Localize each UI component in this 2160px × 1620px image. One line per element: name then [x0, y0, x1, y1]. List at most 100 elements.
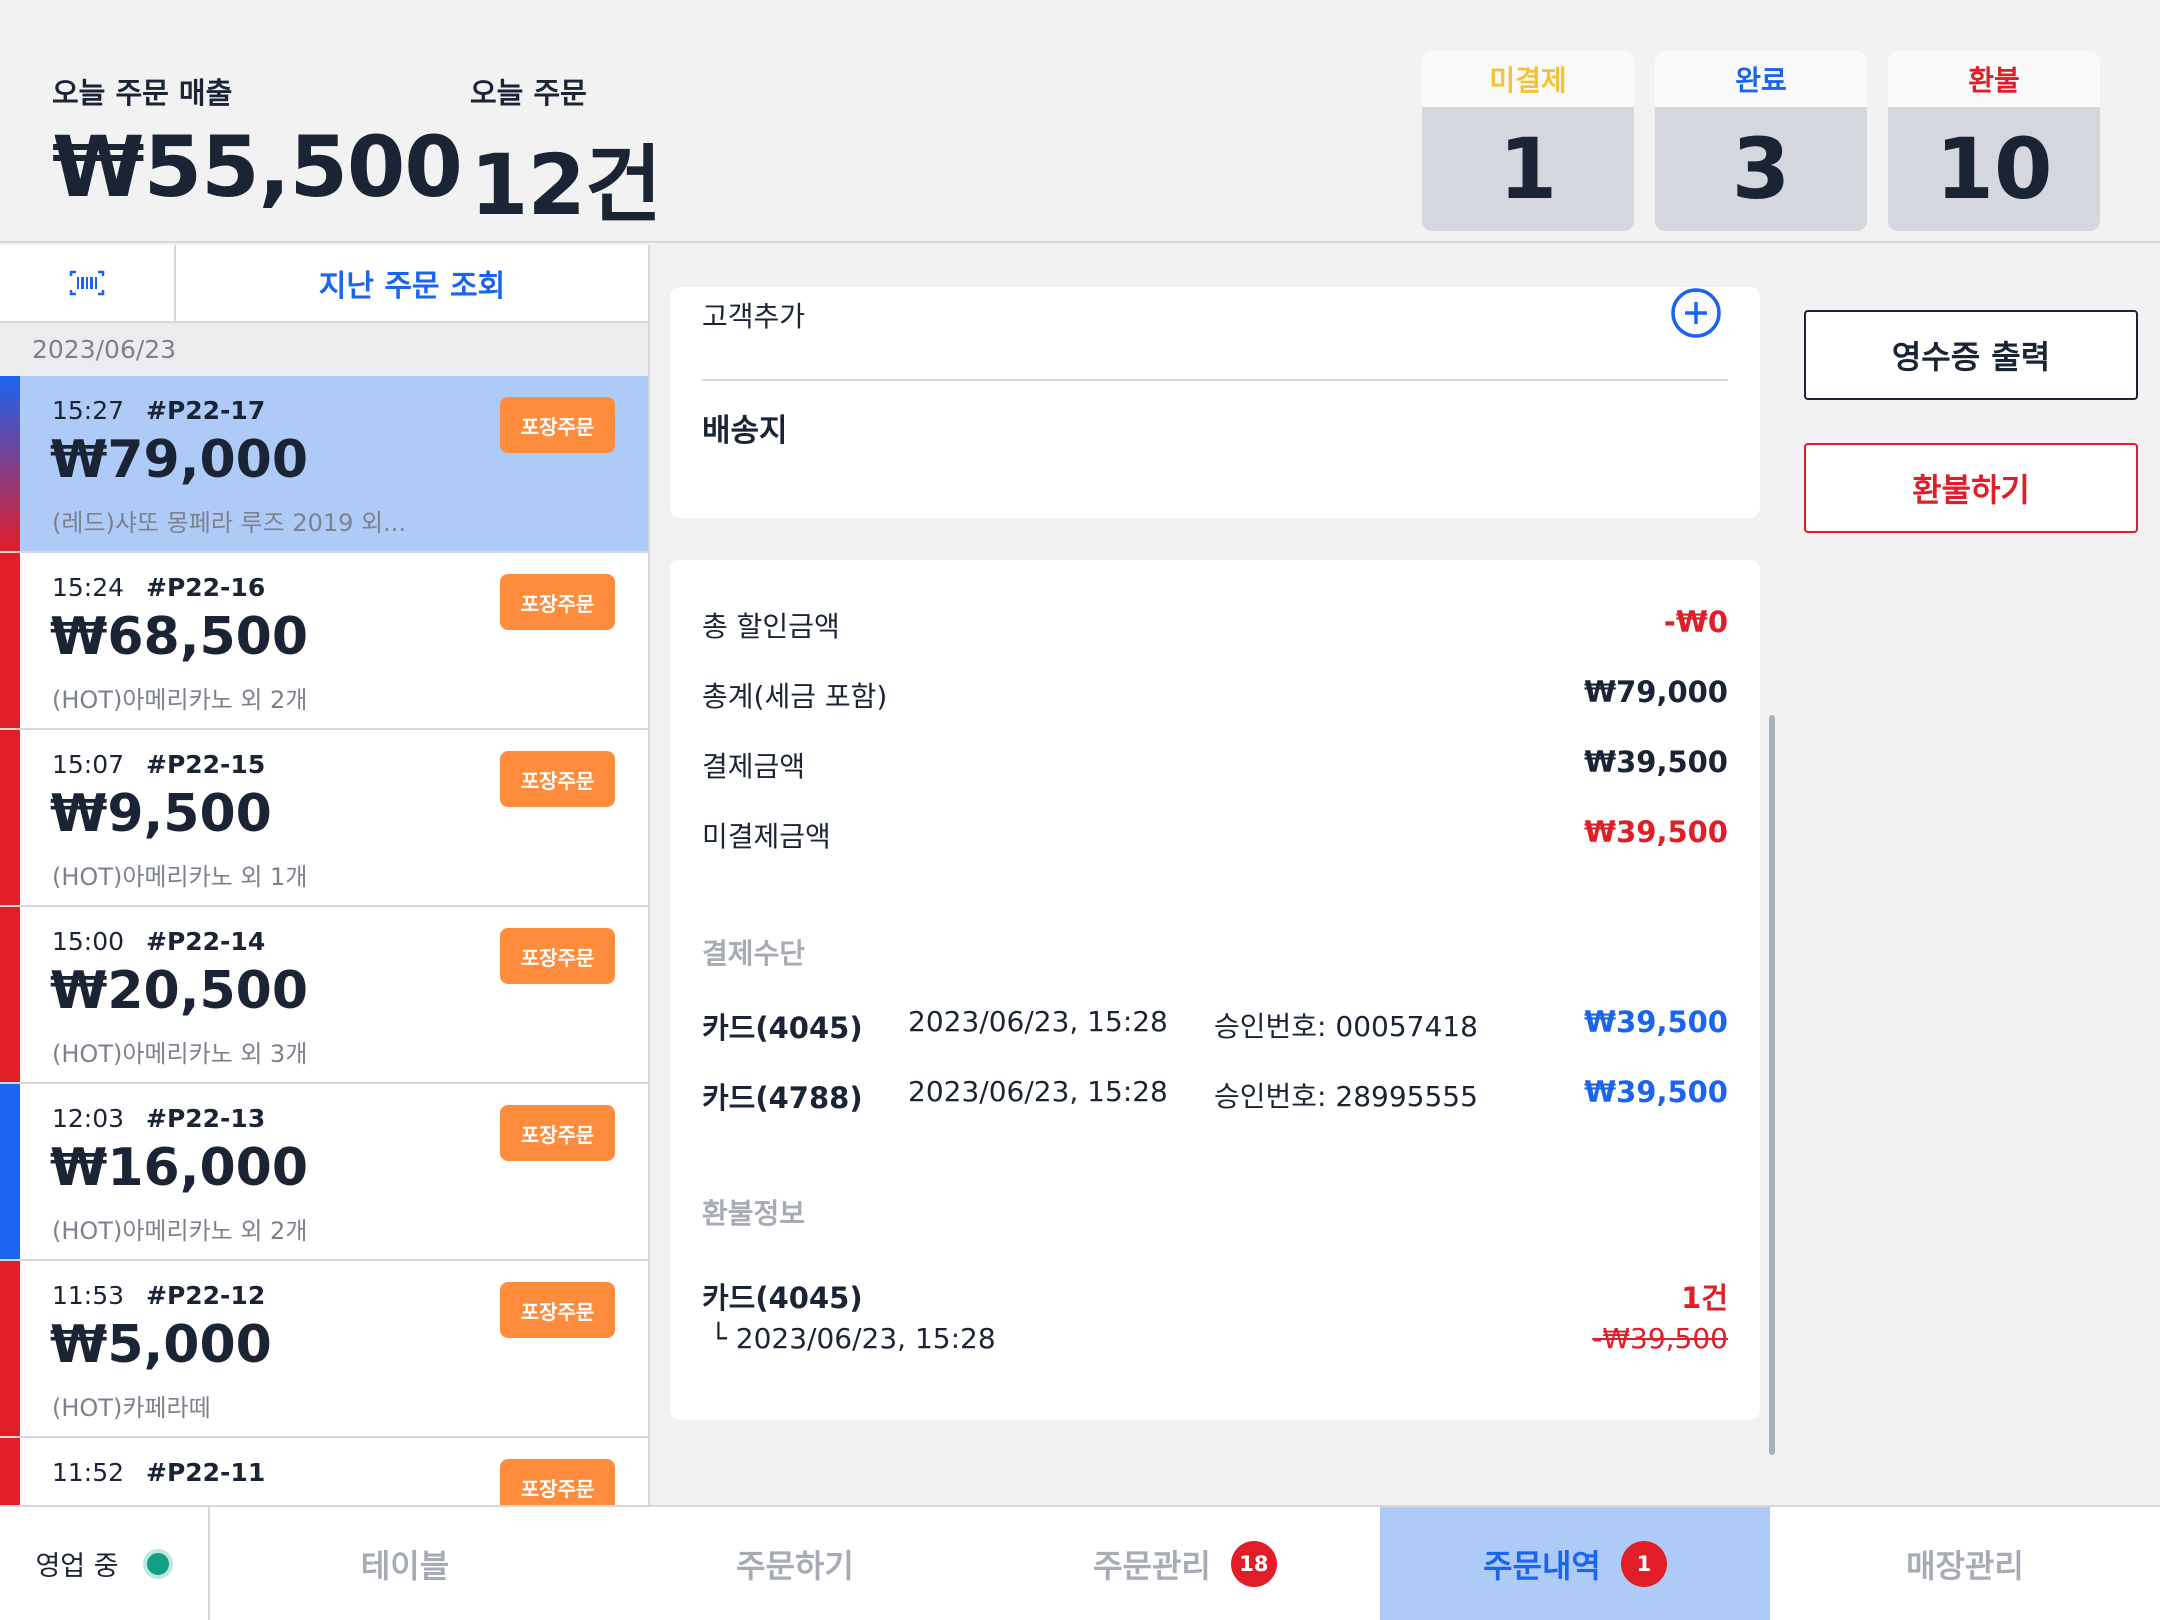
order-time: 11:53 [52, 1281, 125, 1310]
refund-info-heading: 환불정보 [702, 1197, 806, 1230]
print-receipt-button[interactable]: 영수증 출력 [1804, 310, 2138, 400]
order-status-stripe [0, 1261, 20, 1436]
order-row[interactable]: 11:53 #P22-12 ₩5,000 (HOT)카페라떼 포장주문 [0, 1261, 648, 1438]
order-date-header: 2023/06/23 [0, 323, 648, 376]
order-number: #P22-11 [146, 1458, 266, 1487]
order-amount: ₩9,500 [50, 784, 272, 844]
delivery-address-label: 배송지 [702, 413, 788, 449]
order-number: #P22-14 [146, 927, 266, 956]
order-time: 15:00 [52, 927, 125, 956]
nav-tab-order[interactable]: 주문하기 [600, 1507, 990, 1620]
past-orders-button[interactable]: 지난 주문 조회 [176, 245, 648, 321]
nav-tab-label: 매장관리 [1906, 1546, 2024, 1585]
order-time: 11:52 [52, 1458, 125, 1487]
refund-card-label: 환불 [1888, 51, 2100, 107]
refund-datetime: └ 2023/06/23, 15:28 [710, 1322, 996, 1355]
order-status-stripe [0, 730, 20, 905]
order-amount: ₩16,000 [50, 1138, 309, 1198]
grand-total-value: ₩79,000 [1584, 675, 1728, 709]
refund-amount: -₩39,500 [1592, 1322, 1728, 1355]
order-row[interactable]: 15:27 #P22-17 ₩79,000 (레드)샤또 몽페라 루즈 2019… [0, 376, 648, 553]
nav-badge: 1 [1620, 1540, 1667, 1587]
order-number: #P22-15 [146, 750, 266, 779]
refund-count: 1건 [1681, 1281, 1728, 1315]
order-time: 15:24 [52, 573, 125, 602]
grand-total-label: 총계(세금 포함) [702, 680, 888, 713]
payment-datetime: 2023/06/23, 15:28 [908, 1075, 1168, 1108]
order-row[interactable]: 15:24 #P22-16 ₩68,500 (HOT)아메리카노 외 2개 포장… [0, 553, 648, 730]
order-items: (HOT)아메리카노 외 2개 [52, 1217, 308, 1245]
refund-card-count: 10 [1935, 120, 2053, 218]
order-amount: ₩79,000 [50, 430, 309, 490]
unpaid-card[interactable]: 미결제 1 [1422, 51, 1634, 231]
nav-tab-label: 주문내역 [1483, 1546, 1601, 1585]
payment-approval-number: 승인번호: 00057418 [1214, 1010, 1478, 1043]
detail-scrollbar[interactable] [1769, 715, 1775, 1455]
order-items: (HOT)카페라떼 [52, 1394, 211, 1422]
nav-tab-store-management[interactable]: 매장관리 [1770, 1507, 2160, 1620]
order-row[interactable]: 15:00 #P22-14 ₩20,500 (HOT)아메리카노 외 3개 포장… [0, 907, 648, 1084]
nav-tab-table[interactable]: 테이블 [210, 1507, 600, 1620]
completed-card-count: 3 [1731, 120, 1791, 218]
nav-tab-label: 테이블 [360, 1546, 450, 1585]
paid-amount-value: ₩39,500 [1584, 745, 1728, 779]
unpaid-card-label: 미결제 [1422, 51, 1634, 107]
add-customer-button[interactable] [1670, 287, 1722, 339]
today-sales-label: 오늘 주문 매출 [52, 76, 233, 110]
today-sales-stat: 오늘 주문 매출 ₩55,500 [52, 70, 463, 216]
order-type-tag: 포장주문 [500, 751, 615, 807]
order-time: 15:07 [52, 750, 125, 779]
store-status[interactable]: 영업 중 [0, 1507, 210, 1620]
order-type-tag: 포장주문 [500, 1105, 615, 1161]
barcode-scan-button[interactable] [0, 245, 176, 321]
completed-card[interactable]: 완료 3 [1655, 51, 1867, 231]
order-row[interactable]: 15:07 #P22-15 ₩9,500 (HOT)아메리카노 외 1개 포장주… [0, 730, 648, 907]
unpaid-amount-label: 미결제금액 [702, 820, 831, 853]
order-number: #P22-13 [146, 1104, 266, 1133]
status-indicator-icon [142, 1548, 173, 1579]
order-type-tag: 포장주문 [500, 1459, 615, 1505]
order-type-tag: 포장주문 [500, 1282, 615, 1338]
order-type-tag: 포장주문 [500, 928, 615, 984]
today-orders-label: 오늘 주문 [470, 76, 587, 110]
completed-card-label: 완료 [1655, 51, 1867, 107]
add-customer-label: 고객추가 [702, 300, 806, 333]
order-items: (레드)샤또 몽페라 루즈 2019 외... [52, 509, 407, 537]
nav-tab-order-history[interactable]: 주문내역 1 [1380, 1507, 1770, 1620]
order-number: #P22-16 [146, 573, 266, 602]
divider [702, 379, 1728, 381]
order-time: 12:03 [52, 1104, 125, 1133]
summary-header: 오늘 주문 매출 ₩55,500 오늘 주문 12건 미결제 1 완료 3 환불… [0, 0, 2160, 243]
payment-amount: ₩39,500 [1584, 1075, 1728, 1109]
paid-amount-label: 결제금액 [702, 750, 806, 783]
order-type-tag: 포장주문 [500, 574, 615, 630]
refund-card: 카드(4045) [702, 1281, 863, 1315]
nav-tab-label: 주문관리 [1093, 1546, 1211, 1585]
order-number: #P22-17 [146, 396, 266, 425]
barcode-icon [69, 270, 105, 296]
nav-tab-order-management[interactable]: 주문관리 18 [990, 1507, 1380, 1620]
payment-methods-heading: 결제수단 [702, 937, 806, 970]
bottom-nav: 영업 중 테이블 주문하기 주문관리 18 주문내역 1 매장관리 [0, 1505, 2160, 1620]
order-status-stripe [0, 376, 20, 551]
refund-button[interactable]: 환불하기 [1804, 443, 2138, 533]
order-number: #P22-12 [146, 1281, 266, 1310]
refund-card[interactable]: 환불 10 [1888, 51, 2100, 231]
order-amount: ₩5,000 [50, 1315, 272, 1375]
today-orders-value: 12건 [470, 136, 662, 234]
order-items: (HOT)아메리카노 외 1개 [52, 863, 308, 891]
order-row[interactable]: 12:03 #P22-13 ₩16,000 (HOT)아메리카노 외 2개 포장… [0, 1084, 648, 1261]
unpaid-card-count: 1 [1498, 120, 1558, 218]
total-discount-label: 총 할인금액 [702, 610, 840, 643]
payment-card: 카드(4788) [702, 1081, 863, 1115]
order-row[interactable]: 11:52 #P22-11 포장주문 [0, 1438, 648, 1505]
order-list-panel: 지난 주문 조회 2023/06/23 15:27 #P22-17 ₩79,00… [0, 245, 650, 1505]
order-items: (HOT)아메리카노 외 3개 [52, 1040, 308, 1068]
today-sales-value: ₩55,500 [52, 118, 463, 216]
nav-tab-label: 주문하기 [736, 1546, 854, 1585]
order-amount: ₩20,500 [50, 961, 309, 1021]
unpaid-amount-value: ₩39,500 [1584, 815, 1728, 849]
order-amount: ₩68,500 [50, 607, 309, 667]
store-status-label: 영업 중 [35, 1551, 119, 1582]
order-status-stripe [0, 907, 20, 1082]
